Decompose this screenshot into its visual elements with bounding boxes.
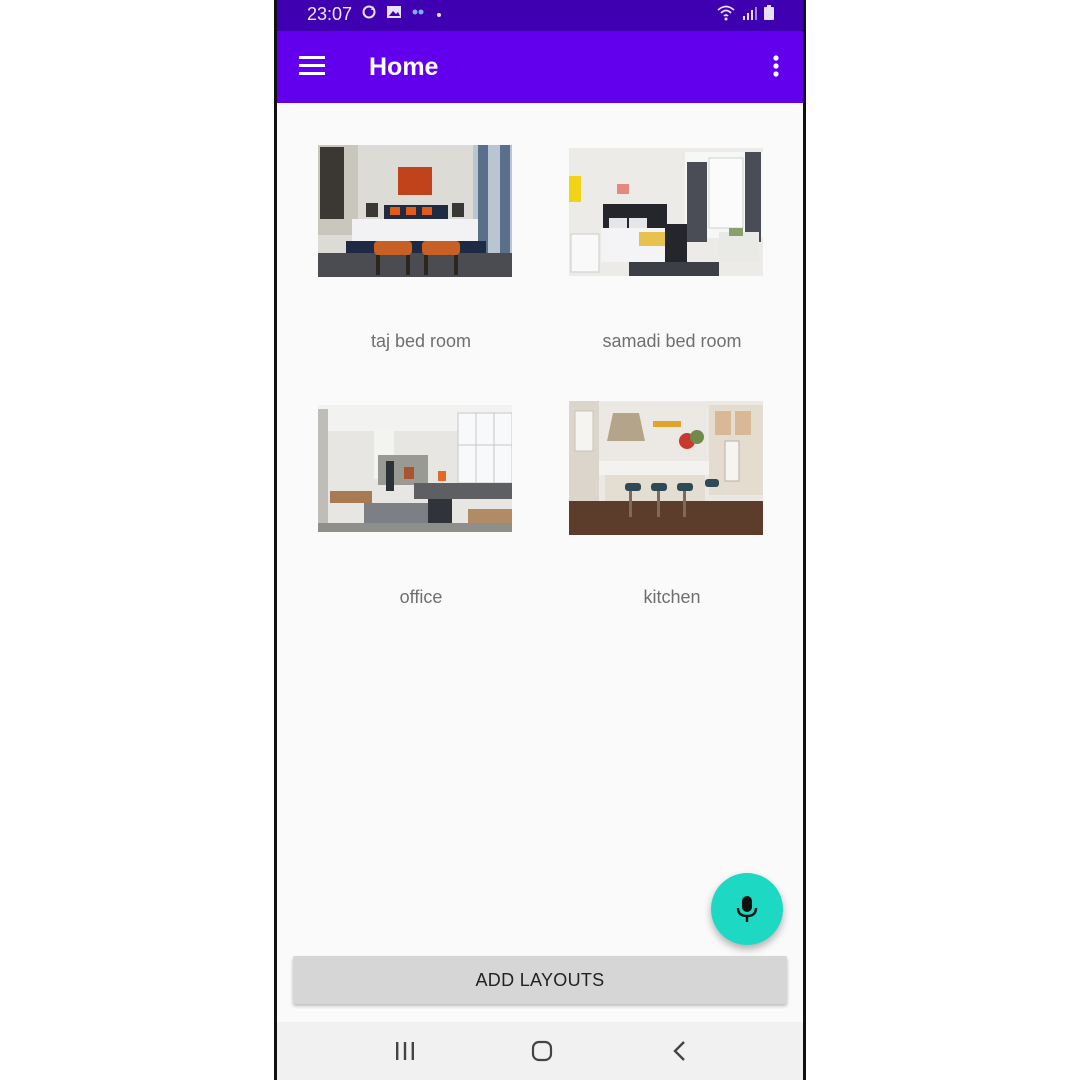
layout-thumbnail <box>569 148 763 280</box>
quote-icon <box>411 4 425 25</box>
layout-thumbnail <box>318 145 512 277</box>
layout-item-office[interactable]: office <box>296 404 546 614</box>
app-bar: Home <box>277 31 803 103</box>
menu-icon[interactable] <box>299 55 327 79</box>
layout-item-kitchen[interactable]: kitchen <box>547 400 797 614</box>
voice-input-button[interactable] <box>711 873 783 945</box>
layout-label: office <box>399 587 443 607</box>
layout-item-samadi-bed-room[interactable]: samadi bed room <box>547 145 797 365</box>
dot-icon <box>434 4 444 25</box>
phone-screen: 23:07 Home taj bed room samadi bed room … <box>274 0 806 1080</box>
status-time: 23:07 <box>307 4 353 24</box>
recents-icon[interactable] <box>394 1040 416 1067</box>
sync-icon <box>361 4 377 25</box>
layout-item-taj-bed-room[interactable]: taj bed room <box>296 145 546 365</box>
image-icon <box>386 4 402 25</box>
home-icon[interactable] <box>531 1040 553 1067</box>
system-nav-bar <box>277 1022 803 1080</box>
add-layouts-button[interactable]: ADD LAYOUTS <box>293 956 787 1004</box>
layout-label: taj bed room <box>370 331 472 351</box>
page-title: Home <box>369 53 439 81</box>
layout-label: samadi bed room <box>602 331 742 351</box>
status-bar: 23:07 <box>277 0 803 31</box>
more-vert-icon[interactable] <box>771 53 781 81</box>
layout-label: kitchen <box>643 587 701 607</box>
back-icon[interactable] <box>669 1040 691 1067</box>
wifi-icon <box>717 5 735 26</box>
layout-thumbnail <box>569 401 763 535</box>
signal-icon <box>741 5 757 26</box>
layout-thumbnail <box>318 405 512 532</box>
battery-icon <box>763 5 775 26</box>
